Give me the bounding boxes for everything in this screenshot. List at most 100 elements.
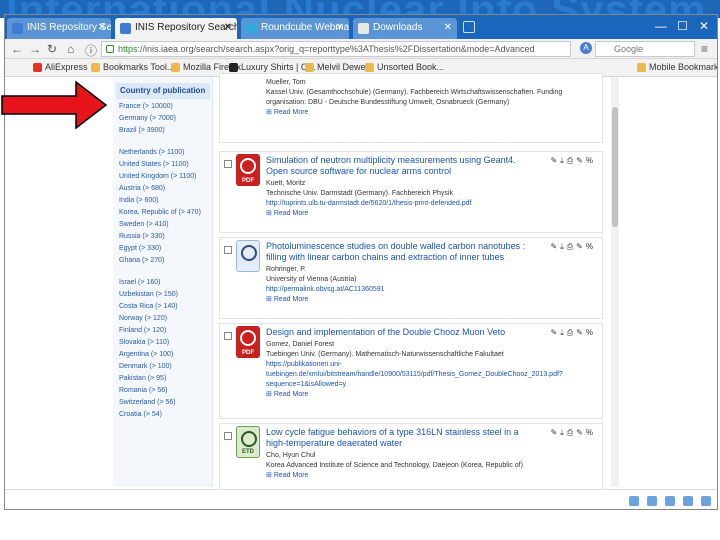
result-title-link[interactable]: Design and implementation of the Double … — [266, 327, 536, 338]
facet-item[interactable]: Egypt (> 330) — [119, 245, 161, 252]
facet-item[interactable]: Romania (> 56) — [119, 387, 167, 394]
forward-icon[interactable]: → — [29, 42, 41, 56]
tab-inis-search-1[interactable]: INIS Repository Search ✕ — [7, 18, 111, 39]
result-title-link[interactable]: Photoluminescence studies on double wall… — [266, 241, 536, 263]
close-icon[interactable]: ✕ — [336, 22, 344, 33]
thumbnail-label: PDF — [242, 178, 254, 184]
read-more-label: Read More — [273, 210, 309, 217]
etd-thumbnail-icon[interactable]: ETD — [236, 426, 260, 458]
account-icon[interactable]: A — [580, 42, 592, 54]
facet-item[interactable]: India (> 600) — [119, 197, 159, 204]
tray-volume-icon[interactable] — [665, 496, 675, 506]
thumbnail-glyph-icon — [240, 158, 256, 174]
tab-inis-search-2[interactable]: INIS Repository Search ✕ — [115, 18, 237, 39]
bookmark-luxury-shirts[interactable]: Luxury Shirts | O... — [229, 62, 315, 72]
browser-window: INIS Repository Search ✕ INIS Repository… — [4, 14, 718, 510]
result-detail-line: Korea Advanced Institute of Science and … — [266, 462, 523, 469]
facet-item[interactable]: Argentina (> 100) — [119, 351, 173, 358]
result-title-link[interactable]: Simulation of neutron multiplicity measu… — [266, 155, 536, 177]
tray-keyboard-icon[interactable] — [683, 496, 693, 506]
result-detail-line: Tuebingen Univ. (Germany). Mathematisch-… — [266, 351, 504, 358]
facet-item[interactable]: Sweden (> 410) — [119, 221, 169, 228]
tab-downloads[interactable]: Downloads ✕ — [353, 18, 457, 39]
result-checkbox[interactable] — [224, 160, 232, 168]
read-more-link[interactable]: ⊞ Read More — [266, 295, 308, 303]
tray-notification-icon[interactable] — [701, 496, 711, 506]
facet-item[interactable]: United Kingdom (> 1100) — [119, 173, 197, 180]
refresh-icon[interactable]: ↻ — [47, 42, 57, 56]
result-title-link[interactable]: Low cycle fatigue behaviors of a type 31… — [266, 427, 536, 449]
presentation-slide: International Nuclear Info System INIS R… — [0, 0, 720, 540]
result-detail-line: Mueller, Tom — [266, 79, 306, 86]
link-thumbnail-icon[interactable] — [236, 240, 260, 272]
red-arrow-icon — [1, 80, 108, 130]
facet-item[interactable]: Netherlands (> 1100) — [119, 149, 184, 156]
facet-item[interactable]: Denmark (> 100) — [119, 363, 172, 370]
maximize-icon[interactable]: ☐ — [677, 19, 688, 33]
facet-header[interactable]: Country of publication — [116, 83, 210, 99]
bookmark-aliexpress[interactable]: AliExpress — [33, 62, 88, 72]
read-more-link[interactable]: ⊞ Read More — [266, 471, 308, 479]
result-fulltext-link[interactable]: http://permalink.obvsg.at/AC11360591 — [266, 285, 596, 294]
results-list: Mueller, Tom Kassel Univ. (Gesamthochschu… — [219, 73, 605, 509]
result-detail-line: Kuett, Moritz — [266, 180, 306, 187]
facet-item[interactable]: Ghana (> 270) — [119, 257, 164, 264]
tray-network-icon[interactable] — [629, 496, 639, 506]
close-icon[interactable]: ✕ — [444, 22, 452, 33]
facet-item[interactable]: Uzbekistan (> 150) — [119, 291, 178, 298]
pdf-thumbnail-icon[interactable]: PDF — [236, 154, 260, 186]
read-more-link[interactable]: ⊞ Read More — [266, 209, 308, 217]
result-checkbox[interactable] — [224, 246, 232, 254]
close-icon[interactable]: ✕ — [98, 22, 106, 33]
close-icon[interactable]: ✕ — [224, 22, 232, 33]
facet-item[interactable]: Israel (> 160) — [119, 279, 160, 286]
tray-display-icon[interactable] — [647, 496, 657, 506]
result-action-icons[interactable]: ✎⤓⎙✎% — [551, 328, 596, 338]
facet-item[interactable]: Croatia (> 54) — [119, 411, 162, 418]
facet-item[interactable]: Russia (> 330) — [119, 233, 165, 240]
scrollbar[interactable] — [611, 77, 619, 487]
result-detail-line: sequence=1&isAllowed=y — [266, 381, 347, 388]
result-checkbox[interactable] — [224, 332, 232, 340]
facet-item[interactable]: Slovakia (> 110) — [119, 339, 169, 346]
shirt-icon — [229, 63, 238, 72]
scroll-thumb[interactable] — [612, 107, 618, 227]
folder-icon — [171, 63, 180, 72]
home-icon[interactable]: ⌂ — [67, 42, 74, 56]
facet-item[interactable]: Brazil (> 3900) — [119, 127, 165, 134]
result-action-icons[interactable]: ✎⤓⎙✎% — [551, 156, 596, 166]
result-action-icons[interactable]: ✎⤓⎙✎% — [551, 428, 596, 438]
tab-roundcube[interactable]: Roundcube Webmail :: D ✕ — [241, 18, 349, 39]
facet-item[interactable]: Finland (> 120) — [119, 327, 166, 334]
facet-item[interactable]: Costa Rica (> 140) — [119, 303, 178, 310]
result-checkbox[interactable] — [224, 432, 232, 440]
facet-item[interactable]: Norway (> 120) — [119, 315, 167, 322]
facet-item[interactable]: Korea, Republic of (> 470) — [119, 209, 201, 216]
facet-item[interactable]: Germany (> 7000) — [119, 115, 176, 122]
facet-item[interactable]: United States (> 1100) — [119, 161, 189, 168]
url-field[interactable]: https://inis.iaea.org/search/search.aspx… — [101, 41, 571, 57]
facet-item[interactable]: France (> 10000) — [119, 103, 173, 110]
bookmark-melvil-dewey[interactable]: Melvil Dewey — [305, 62, 370, 72]
bookmark-mobile[interactable]: Mobile Bookmarks — [637, 62, 717, 72]
result-fulltext-link[interactable]: http://tuprints.ulb.tu-darmstadt.de/5620… — [266, 199, 596, 208]
back-icon[interactable]: ← — [11, 42, 23, 56]
result-detail-line: Gomez, Daniel Forest — [266, 341, 335, 348]
close-window-icon[interactable]: ✕ — [699, 19, 709, 33]
facet-item[interactable]: Switzerland (> 56) — [119, 399, 176, 406]
hamburger-menu-icon[interactable]: ≡ — [701, 42, 708, 56]
result-action-icons[interactable]: ✎⤓⎙✎% — [551, 242, 596, 252]
read-more-link[interactable]: ⊞ Read More — [266, 108, 308, 116]
pdf-thumbnail-icon[interactable]: PDF — [236, 326, 260, 358]
new-tab-button[interactable] — [463, 21, 475, 33]
search-input[interactable]: Google — [595, 41, 695, 57]
read-more-label: Read More — [273, 109, 309, 116]
bookmark-bookmarks-tool[interactable]: Bookmarks Tool... — [91, 62, 174, 72]
minimize-icon[interactable]: — — [655, 19, 667, 33]
facet-item[interactable]: Pakistan (> 95) — [119, 375, 166, 382]
read-more-link[interactable]: ⊞ Read More — [266, 390, 308, 398]
facet-item[interactable]: Austria (> 680) — [119, 185, 165, 192]
bookmark-unsorted[interactable]: Unsorted Book... — [365, 62, 444, 72]
info-icon[interactable]: ⓘ — [85, 42, 97, 59]
result-detail-line: organisation: DBU - Deutsche Bundesstift… — [266, 99, 510, 106]
